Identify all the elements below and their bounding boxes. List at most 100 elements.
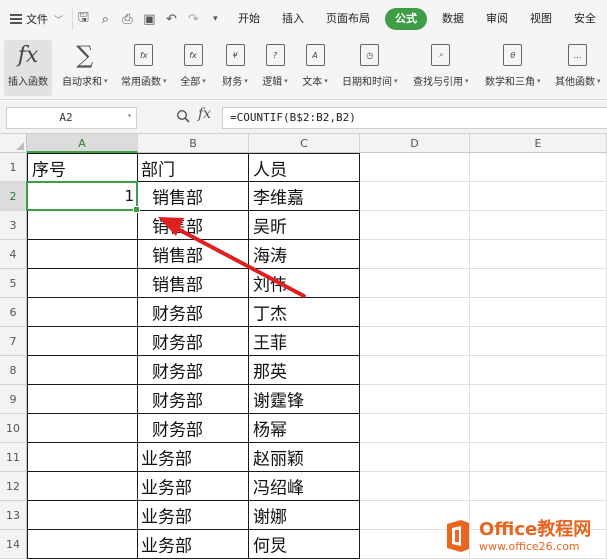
cell-c6[interactable]: 丁杰: [249, 298, 360, 327]
row-header[interactable]: 6: [0, 298, 27, 327]
redo-icon[interactable]: ↷: [187, 12, 200, 27]
cell-a2[interactable]: 1: [27, 182, 138, 211]
name-box-dropdown-icon[interactable]: ▾: [127, 111, 132, 120]
cell-a11[interactable]: [27, 443, 138, 472]
row-header[interactable]: 1: [0, 153, 27, 182]
name-box[interactable]: A2 ▾: [6, 107, 137, 129]
cell-a5[interactable]: [27, 269, 138, 298]
cell-e3[interactable]: [470, 211, 607, 240]
tab-7[interactable]: 安全: [563, 8, 607, 30]
cell-d11[interactable]: [360, 443, 470, 472]
insert-function-fx-icon[interactable]: fx: [198, 106, 211, 122]
row-header[interactable]: 5: [0, 269, 27, 298]
ribbon-button-10[interactable]: … 其他函数 ▾: [555, 40, 601, 96]
undo-icon[interactable]: ↶: [165, 12, 178, 27]
customize-toolbar-icon[interactable]: ▾: [209, 14, 222, 24]
cell-c1[interactable]: 人员: [249, 153, 360, 182]
cell-b6[interactable]: 财务部: [138, 298, 249, 327]
cell-d4[interactable]: [360, 240, 470, 269]
tab-6[interactable]: 视图: [519, 8, 563, 30]
ribbon-button-5[interactable]: ? 逻辑 ▾: [262, 40, 288, 96]
cell-e7[interactable]: [470, 327, 607, 356]
cell-d8[interactable]: [360, 356, 470, 385]
ribbon-button-1[interactable]: ∑ 自动求和 ▾: [62, 40, 108, 96]
row-header[interactable]: 11: [0, 443, 27, 472]
cell-b7[interactable]: 财务部: [138, 327, 249, 356]
cell-b8[interactable]: 财务部: [138, 356, 249, 385]
cell-b11[interactable]: 业务部: [138, 443, 249, 472]
cell-a10[interactable]: [27, 414, 138, 443]
cell-a13[interactable]: [27, 501, 138, 530]
row-header[interactable]: 4: [0, 240, 27, 269]
row-header[interactable]: 12: [0, 472, 27, 501]
cell-a8[interactable]: [27, 356, 138, 385]
cell-b14[interactable]: 业务部: [138, 530, 249, 559]
cell-c8[interactable]: 那英: [249, 356, 360, 385]
select-all-corner[interactable]: [0, 134, 27, 153]
tab-1[interactable]: 插入: [271, 8, 315, 30]
cell-b4[interactable]: 销售部: [138, 240, 249, 269]
row-header[interactable]: 9: [0, 385, 27, 414]
print-preview-icon[interactable]: ▣: [143, 12, 156, 27]
cell-b3[interactable]: 销售部: [138, 211, 249, 240]
row-header[interactable]: 14: [0, 530, 27, 559]
cell-e2[interactable]: [470, 182, 607, 211]
cell-b2[interactable]: 销售部: [138, 182, 249, 211]
tab-5[interactable]: 审阅: [475, 8, 519, 30]
column-header-e[interactable]: E: [470, 134, 607, 153]
cell-a1[interactable]: 序号: [27, 153, 138, 182]
cell-d5[interactable]: [360, 269, 470, 298]
ribbon-button-0[interactable]: fx 插入函数: [4, 40, 52, 96]
cell-c12[interactable]: 冯绍峰: [249, 472, 360, 501]
cell-b12[interactable]: 业务部: [138, 472, 249, 501]
cell-a12[interactable]: [27, 472, 138, 501]
tab-0[interactable]: 开始: [227, 8, 271, 30]
cell-c7[interactable]: 王菲: [249, 327, 360, 356]
ribbon-button-6[interactable]: A 文本 ▾: [302, 40, 328, 96]
cell-c14[interactable]: 何炅: [249, 530, 360, 559]
ribbon-button-3[interactable]: fx 全部 ▾: [180, 40, 206, 96]
cell-e5[interactable]: [470, 269, 607, 298]
cell-e8[interactable]: [470, 356, 607, 385]
cell-d9[interactable]: [360, 385, 470, 414]
cell-c13[interactable]: 谢娜: [249, 501, 360, 530]
cell-c3[interactable]: 吴昕: [249, 211, 360, 240]
cell-b5[interactable]: 销售部: [138, 269, 249, 298]
row-header[interactable]: 3: [0, 211, 27, 240]
cell-d7[interactable]: [360, 327, 470, 356]
save-icon[interactable]: 🖫: [77, 8, 90, 30]
row-header[interactable]: 7: [0, 327, 27, 356]
print-icon[interactable]: ⎙: [121, 12, 134, 27]
cell-a6[interactable]: [27, 298, 138, 327]
cell-d2[interactable]: [360, 182, 470, 211]
formula-input[interactable]: =COUNTIF(B$2:B2,B2): [222, 107, 607, 129]
zoom-search-icon[interactable]: [176, 109, 190, 123]
cell-e1[interactable]: [470, 153, 607, 182]
cell-c2[interactable]: 李维嘉: [249, 182, 360, 211]
cell-b13[interactable]: 业务部: [138, 501, 249, 530]
cell-d1[interactable]: [360, 153, 470, 182]
ribbon-button-4[interactable]: ¥ 财务 ▾: [222, 40, 248, 96]
ribbon-button-7[interactable]: ◷ 日期和时间 ▾: [342, 40, 398, 96]
cell-a3[interactable]: [27, 211, 138, 240]
cell-e4[interactable]: [470, 240, 607, 269]
cell-e9[interactable]: [470, 385, 607, 414]
cell-b10[interactable]: 财务部: [138, 414, 249, 443]
cell-c9[interactable]: 谢霆锋: [249, 385, 360, 414]
ribbon-button-2[interactable]: fx 常用函数 ▾: [121, 40, 167, 96]
tab-2[interactable]: 页面布局: [315, 8, 381, 30]
cell-e6[interactable]: [470, 298, 607, 327]
column-header-a[interactable]: A: [27, 134, 138, 153]
cell-e10[interactable]: [470, 414, 607, 443]
cell-c4[interactable]: 海涛: [249, 240, 360, 269]
ribbon-button-9[interactable]: θ 数学和三角 ▾: [485, 40, 541, 96]
column-header-b[interactable]: B: [138, 134, 249, 153]
format-painter-icon[interactable]: ⌕: [99, 12, 112, 27]
file-menu-button[interactable]: 文件 ﹀: [0, 11, 72, 27]
ribbon-button-8[interactable]: ⌕ 查找与引用 ▾: [413, 40, 469, 96]
cell-d10[interactable]: [360, 414, 470, 443]
row-header[interactable]: 10: [0, 414, 27, 443]
cell-a9[interactable]: [27, 385, 138, 414]
cell-d6[interactable]: [360, 298, 470, 327]
row-header[interactable]: 8: [0, 356, 27, 385]
